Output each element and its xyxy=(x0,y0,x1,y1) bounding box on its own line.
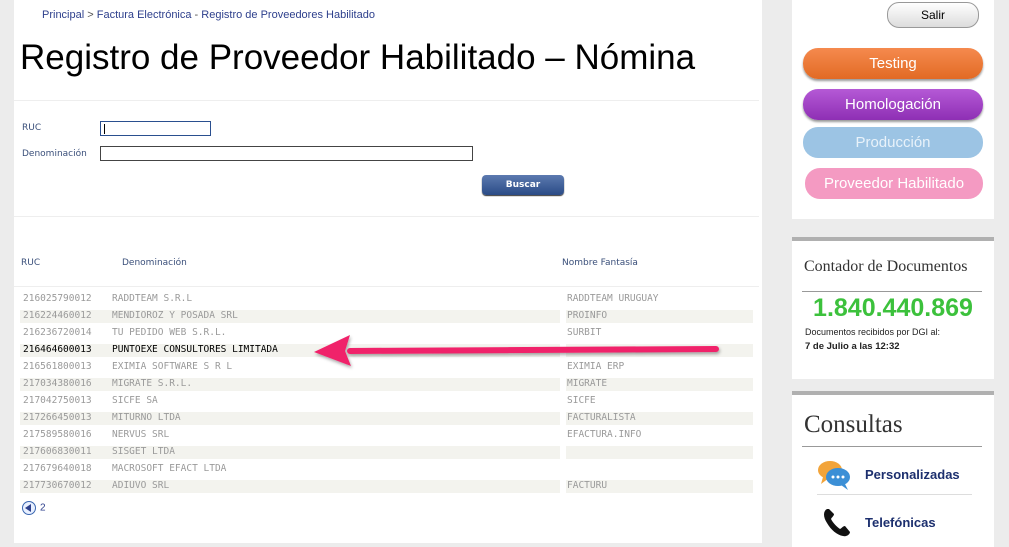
consultas-title: Consultas xyxy=(804,411,903,438)
counter-subtitle: Documentos recibidos por DGI al: xyxy=(805,327,941,337)
produccion-button[interactable]: Producción xyxy=(803,127,983,158)
consultas-telefonicas-link[interactable]: Telefónicas xyxy=(817,503,972,543)
counter-date: 7 de Julio a las 12:32 xyxy=(805,341,900,352)
salir-button[interactable]: Salir xyxy=(887,2,979,28)
consultas-personalizadas-link[interactable]: Personalizadas xyxy=(817,455,972,495)
proveedor-habilitado-button[interactable]: Proveedor Habilitado xyxy=(805,168,983,199)
consultas-panel: Consultas Personalizadas Telefónicas xyxy=(792,391,994,547)
homologacion-button[interactable]: Homologación xyxy=(803,89,983,120)
chat-bubbles-icon xyxy=(818,461,850,490)
counter-value: 1.840.440.869 xyxy=(813,294,973,322)
phone-icon xyxy=(824,509,850,537)
session-panel: Salir Testing Homologación Producción Pr… xyxy=(792,0,994,219)
testing-button[interactable]: Testing xyxy=(803,48,983,79)
consultas-personalizadas-label: Personalizadas xyxy=(865,467,960,482)
consultas-telefonicas-label: Telefónicas xyxy=(865,515,936,530)
counter-title: Contador de Documentos xyxy=(804,258,968,275)
counter-panel: Contador de Documentos 1.840.440.869 Doc… xyxy=(792,237,994,379)
